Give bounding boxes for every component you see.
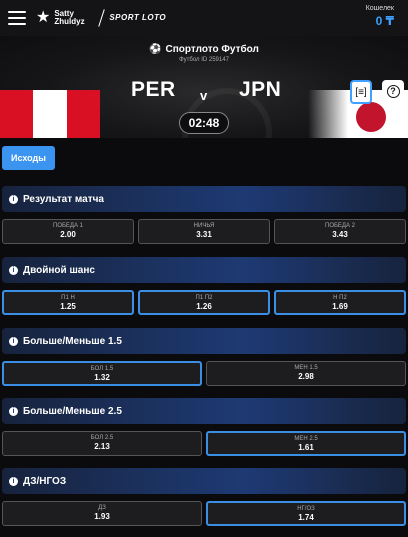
odd-value: 1.26	[196, 302, 212, 311]
odd-button[interactable]: ПОБЕДА 2 3.43	[274, 219, 406, 244]
odd-value: 2.98	[298, 372, 314, 381]
help-icon: ?	[386, 84, 400, 98]
odd-label: ПОБЕДА 1	[53, 223, 83, 229]
odd-label: П1 П2	[195, 295, 213, 301]
odd-button[interactable]: П1 Н 1.25	[2, 290, 134, 315]
market-title: ДЗ/НГОЗ	[23, 475, 67, 487]
odd-label: МЕН 1.5	[294, 365, 318, 371]
odd-label: НГ/ОЗ	[297, 506, 315, 512]
market-title: Результат матча	[23, 193, 104, 205]
odd-label: БОЛ 1.5	[90, 366, 114, 372]
wallet[interactable]: Кошелек 0 ₸	[366, 5, 394, 28]
odd-label: ПОБЕДА 2	[325, 223, 355, 229]
odd-button[interactable]: НИЧЬЯ 3.31	[138, 219, 270, 244]
odd-label: Н П2	[333, 295, 347, 301]
brand-primary: Satty Zhuldyz	[54, 9, 85, 26]
odd-label: НИЧЬЯ	[193, 223, 215, 229]
market-header-over-under-2-5[interactable]: i Больше/Меньше 2.5	[2, 398, 406, 424]
market-title: Двойной шанс	[23, 264, 95, 276]
info-icon[interactable]: i	[9, 194, 18, 204]
info-icon[interactable]: i	[9, 476, 18, 486]
odd-label: МЕН 2.5	[294, 436, 318, 442]
app: ★ Satty Zhuldyz SPORT LOTO Кошелек 0 ₸ ⚽…	[0, 0, 408, 537]
odd-button[interactable]: МЕН 2.5 1.61	[206, 431, 406, 456]
soccer-ball-icon: ⚽	[149, 44, 162, 55]
top-bar: ★ Satty Zhuldyz SPORT LOTO Кошелек 0 ₸	[0, 0, 408, 36]
match-timer: 02:48	[179, 112, 229, 134]
competition-title: ⚽ Спортлото Футбол	[0, 44, 408, 55]
info-icon[interactable]: i	[9, 406, 18, 416]
market-title: Больше/Меньше 2.5	[23, 405, 122, 417]
menu-icon[interactable]	[8, 11, 26, 25]
odd-label: П1 Н	[61, 295, 75, 301]
versus-label: v	[200, 88, 208, 103]
odd-button[interactable]: МЕН 1.5 2.98	[206, 361, 406, 386]
wallet-label: Кошелек	[365, 5, 394, 12]
odd-value: 3.43	[332, 230, 348, 239]
odd-label: ДЗ	[98, 505, 106, 511]
competition-name: Спортлото Футбол	[165, 44, 259, 55]
odd-value: 2.00	[60, 230, 76, 239]
odd-value: 1.69	[332, 302, 348, 311]
odd-value: 1.32	[94, 373, 110, 382]
help-button[interactable]: ?	[382, 80, 404, 102]
odd-button[interactable]: ДЗ 1.93	[2, 501, 202, 526]
away-team: JPN	[239, 78, 282, 101]
odd-button[interactable]: Н П2 1.69	[274, 290, 406, 315]
market-title: Больше/Меньше 1.5	[23, 335, 122, 347]
odd-value: 1.61	[298, 443, 314, 452]
logo-divider	[98, 9, 106, 27]
market-header-over-under-1-5[interactable]: i Больше/Меньше 1.5	[2, 328, 406, 354]
logo-star-icon: ★	[36, 9, 51, 26]
market-header-match-result[interactable]: i Результат матча	[2, 186, 406, 212]
logo[interactable]: ★ Satty Zhuldyz SPORT LOTO	[36, 9, 166, 27]
odd-value: 1.93	[94, 512, 110, 521]
home-team: PER	[131, 78, 176, 101]
info-icon[interactable]: i	[9, 265, 18, 275]
stats-icon: [≡]	[355, 86, 367, 98]
odd-button[interactable]: БОЛ 2.5 2.13	[2, 431, 202, 456]
odd-value: 1.25	[60, 302, 76, 311]
odd-button[interactable]: БОЛ 1.5 1.32	[2, 361, 202, 386]
stats-button[interactable]: [≡]	[350, 80, 372, 104]
odd-value: 3.31	[196, 230, 212, 239]
peru-flag	[0, 90, 100, 138]
match-id: Футбол ID 259147	[179, 57, 229, 63]
odd-label: БОЛ 2.5	[90, 435, 114, 441]
info-icon[interactable]: i	[9, 336, 18, 346]
tab-outcomes[interactable]: Исходы	[2, 146, 55, 170]
odd-button[interactable]: ПОБЕДА 1 2.00	[2, 219, 134, 244]
odd-button[interactable]: НГ/ОЗ 1.74	[206, 501, 406, 526]
wallet-amount: 0 ₸	[375, 14, 394, 28]
market-header-btts[interactable]: i ДЗ/НГОЗ	[2, 468, 406, 494]
odd-value: 2.13	[94, 442, 110, 451]
market-header-double-chance[interactable]: i Двойной шанс	[2, 257, 406, 283]
odd-button[interactable]: П1 П2 1.26	[138, 290, 270, 315]
odd-value: 1.74	[298, 513, 314, 522]
brand-secondary: SPORT LOTO	[109, 13, 167, 22]
